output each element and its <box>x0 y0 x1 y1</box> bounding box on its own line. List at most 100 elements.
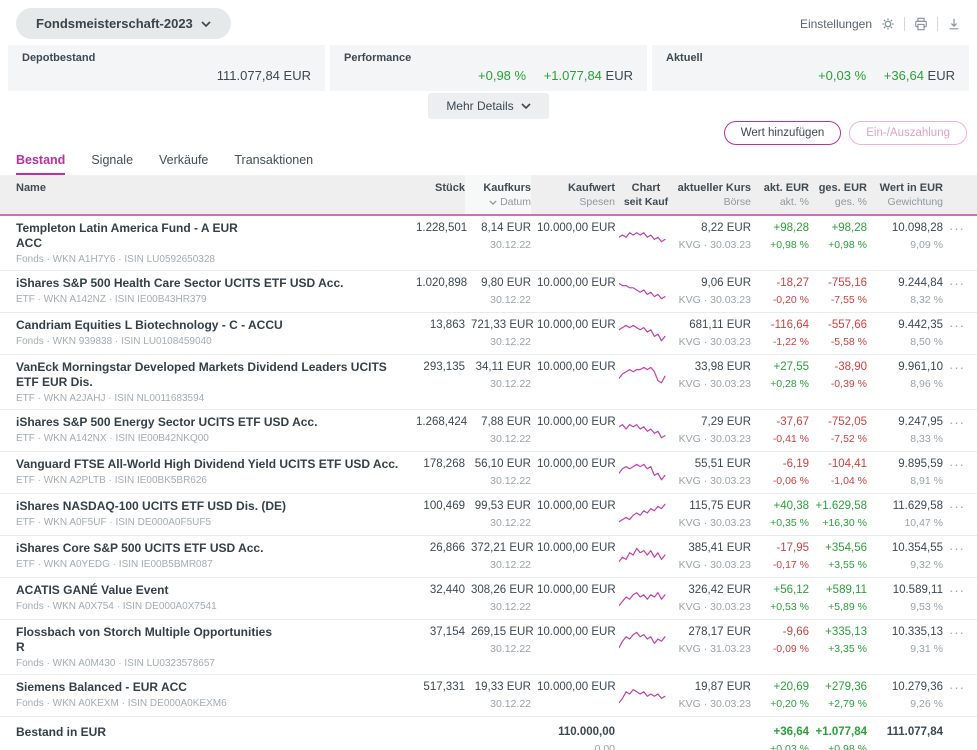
fund-name-cell[interactable]: Templeton Latin America Fund - A EUR ACC… <box>16 221 410 266</box>
col-header-kaufkurs[interactable]: Kaufkurs Datum <box>465 175 531 214</box>
printer-icon[interactable] <box>914 17 928 31</box>
sparkline-chart <box>615 499 671 526</box>
sparkline-chart <box>615 415 671 442</box>
row-menu-icon[interactable]: ··· <box>943 221 965 236</box>
kaufkurs-value: 7,88 EUR <box>481 416 531 428</box>
aktueller-kurs-value: 33,98 EUR <box>694 361 751 373</box>
col-header-akt[interactable]: akt. EUR akt. % <box>751 181 809 209</box>
add-value-button[interactable]: Wert hinzufügen <box>723 121 842 145</box>
aktueller-kurs-value: 326,42 EUR <box>688 584 751 596</box>
aktuell-currency: EUR <box>927 68 955 83</box>
card-aktuell: Aktuell +0,03 % +36,64 EUR <box>652 45 969 91</box>
row-menu-icon[interactable]: ··· <box>943 583 965 598</box>
kurs-cell: 385,41 EUR KVG · 30.03.23 <box>671 541 751 573</box>
kaufkurs-value: 9,80 EUR <box>481 277 531 289</box>
aktueller-kurs-value: 681,11 EUR <box>689 319 751 331</box>
table-row: Flossbach von Storch Multiple Opportunit… <box>0 620 977 675</box>
row-menu-icon[interactable]: ··· <box>943 457 965 472</box>
aktuell-pct: +0,03 % <box>818 68 867 83</box>
kaufwert-value: 10.000,00 EUR <box>537 361 616 373</box>
kaufdatum-value: 30.12.22 <box>490 294 531 306</box>
performance-currency: EUR <box>605 68 633 83</box>
kurs-cell: 55,51 EUR KVG · 30.03.23 <box>671 457 751 489</box>
row-menu-icon[interactable]: ··· <box>943 360 965 375</box>
more-details-button[interactable]: Mehr Details <box>428 93 549 119</box>
tab-transaktionen[interactable]: Transaktionen <box>234 153 313 175</box>
row-menu-icon[interactable]: ··· <box>943 680 965 695</box>
gear-icon[interactable] <box>881 17 895 31</box>
ges-pct-value: -7,55 % <box>830 294 867 306</box>
gewichtung-value: 8,96 % <box>910 378 943 390</box>
row-menu-icon[interactable]: ··· <box>943 415 965 430</box>
fund-name-cell[interactable]: iShares Core S&P 500 UCITS ETF USD Acc. … <box>16 541 410 571</box>
fund-name-cell[interactable]: iShares NASDAQ-100 UCITS ETF USD Dis. (D… <box>16 499 410 529</box>
kurs-source-date: KVG · 30.03.23 <box>678 517 751 529</box>
col-header-ges[interactable]: ges. EUR ges. % <box>809 181 867 209</box>
depot-amount: 111.077,84 <box>216 68 280 83</box>
fund-name-cell[interactable]: ACATIS GANÉ Value Event Fonds · WKN A0X7… <box>16 583 410 613</box>
kurs-source-date: KVG · 30.03.23 <box>678 336 751 348</box>
col-header-name[interactable]: Name <box>16 181 410 195</box>
portfolio-selector[interactable]: Fondsmeisterschaft-2023 <box>16 8 231 39</box>
fund-name-cell[interactable]: Vanguard FTSE All-World High Dividend Yi… <box>16 457 410 487</box>
akt-cell: +20,69 +0,20 % <box>751 680 809 712</box>
row-menu-icon[interactable]: ··· <box>943 541 965 556</box>
tab-bestand[interactable]: Bestand <box>16 153 66 175</box>
ges-cell: -104,41 -1,04 % <box>809 457 867 489</box>
col-header-stueck[interactable]: Stück <box>410 181 465 195</box>
kaufkurs-cell: 56,10 EUR 30.12.22 <box>465 457 531 489</box>
fund-name: Candriam Equities L Biotechnology - C - … <box>16 318 283 332</box>
fund-name: Templeton Latin America Fund - A EUR <box>16 221 238 235</box>
kaufwert-value: 10.000,00 EUR <box>537 626 616 638</box>
col-header-wert[interactable]: Wert in EUR Gewichtung <box>867 181 943 209</box>
ges-eur-value: -104,41 <box>827 458 867 470</box>
row-menu-icon[interactable]: ··· <box>943 499 965 514</box>
fund-name-cell[interactable]: Siemens Balanced - EUR ACC Fonds · WKN A… <box>16 680 410 710</box>
akt-cell: -18,27 -0,20 % <box>751 276 809 308</box>
row-menu-icon[interactable]: ··· <box>943 625 965 640</box>
akt-eur-value: +40,38 <box>773 500 810 512</box>
col-header-kurs[interactable]: aktueller Kurs Börse <box>671 181 751 209</box>
aktueller-kurs-value: 9,06 EUR <box>701 277 751 289</box>
kurs-source-date: KVG · 30.03.23 <box>678 433 751 445</box>
fund-name-cell[interactable]: VanEck Morningstar Developed Markets Div… <box>16 360 410 405</box>
fund-name: iShares NASDAQ-100 UCITS ETF USD Dis. (D… <box>16 499 287 513</box>
stueck-value: 1.020,898 <box>416 277 468 289</box>
fund-name-cell[interactable]: iShares S&P 500 Energy Sector UCITS ETF … <box>16 415 410 445</box>
akt-cell: +27,55 +0,28 % <box>751 360 809 392</box>
ges-pct-value: +5,89 % <box>828 601 867 613</box>
wert-value: 9.895,59 <box>898 458 943 470</box>
row-menu-icon[interactable]: ··· <box>943 276 965 291</box>
col-header-kaufwert[interactable]: Kaufwert Spesen <box>531 181 615 209</box>
download-icon[interactable] <box>947 17 961 31</box>
wert-cell: 10.098,28 9,09 % <box>867 221 943 253</box>
akt-eur-value: +98,28 <box>773 222 810 234</box>
tab-signale[interactable]: Signale <box>91 153 133 175</box>
fund-name: VanEck Morningstar Developed Markets Div… <box>16 360 387 389</box>
ges-cell: +1.629,58 +16,30 % <box>809 499 867 531</box>
deposit-withdrawal-button[interactable]: Ein-/Auszahlung <box>849 121 967 145</box>
fund-name-cell[interactable]: Candriam Equities L Biotechnology - C - … <box>16 318 410 348</box>
col-header-chart[interactable]: Chart seit Kauf <box>615 181 671 209</box>
sort-chevron-icon <box>489 199 497 205</box>
kurs-source-date: KVG · 30.03.23 <box>678 378 751 390</box>
akt-cell: +56,12 +0,53 % <box>751 583 809 615</box>
totals-akt: +36,64 +0,03 % <box>770 726 809 750</box>
kaufkurs-cell: 7,88 EUR 30.12.22 <box>465 415 531 447</box>
gewichtung-value: 8,91 % <box>910 475 943 487</box>
row-menu-icon[interactable]: ··· <box>943 318 965 333</box>
fund-name-cell[interactable]: Flossbach von Storch Multiple Opportunit… <box>16 625 410 670</box>
fund-name: iShares Core S&P 500 UCITS ETF USD Acc. <box>16 541 264 555</box>
kaufkurs-value: 34,11 EUR <box>475 361 531 373</box>
fund-name-cell[interactable]: iShares S&P 500 Health Care Sector UCITS… <box>16 276 410 306</box>
fund-meta: ETF · WKN A142NX · ISIN IE00B42NKQ00 <box>16 433 209 444</box>
ges-pct-value: +16,30 % <box>822 517 867 529</box>
table-header: Name Stück Kaufkurs Datum Kaufwert Spesen… <box>0 175 977 216</box>
ges-cell: +98,28 +0,98 % <box>809 221 867 253</box>
kaufdatum-value: 30.12.22 <box>490 517 531 529</box>
tab-verkaeufe[interactable]: Verkäufe <box>159 153 208 175</box>
kurs-cell: 19,87 EUR KVG · 30.03.23 <box>671 680 751 712</box>
fund-meta: Fonds · WKN A0X754 · ISIN DE000A0X7541 <box>16 601 217 612</box>
akt-eur-value: -6,19 <box>782 458 809 470</box>
wert-value: 9.247,95 <box>898 416 943 428</box>
